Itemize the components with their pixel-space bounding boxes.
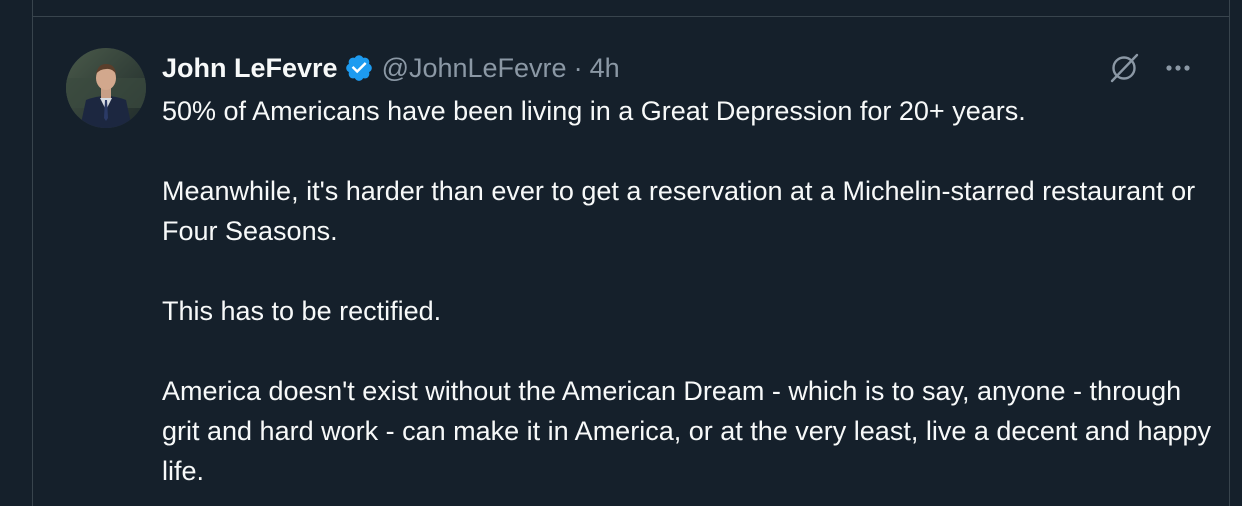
more-options-icon (1166, 65, 1190, 71)
header-separator: · (573, 52, 583, 83)
tweet-paragraph: This has to be rectified. (162, 296, 442, 326)
tweet-paragraph: 50% of Americans have been living in a G… (162, 96, 1026, 126)
tweet-paragraph: Meanwhile, it's harder than ever to get … (162, 176, 1196, 246)
author-avatar[interactable] (66, 48, 146, 128)
thread-divider (32, 16, 1230, 17)
tweet-header: John LeFevre @JohnLeFevre · 4h (162, 48, 620, 88)
tweet-timestamp[interactable]: 4h (590, 53, 620, 84)
grok-icon (1110, 53, 1139, 83)
tweet-text: 50% of Americans have been living in a G… (162, 91, 1212, 491)
grok-button[interactable] (1106, 50, 1142, 86)
column-border-left (32, 0, 33, 506)
profile-photo-icon (66, 48, 146, 128)
author-handle[interactable]: @JohnLeFevre (382, 53, 567, 84)
author-display-name[interactable]: John LeFevre (162, 53, 338, 84)
tweet-paragraph: America doesn't exist without the Americ… (162, 376, 1212, 486)
verified-badge-icon[interactable] (344, 53, 374, 83)
more-options-button[interactable] (1158, 50, 1198, 86)
column-border-right (1229, 0, 1230, 506)
